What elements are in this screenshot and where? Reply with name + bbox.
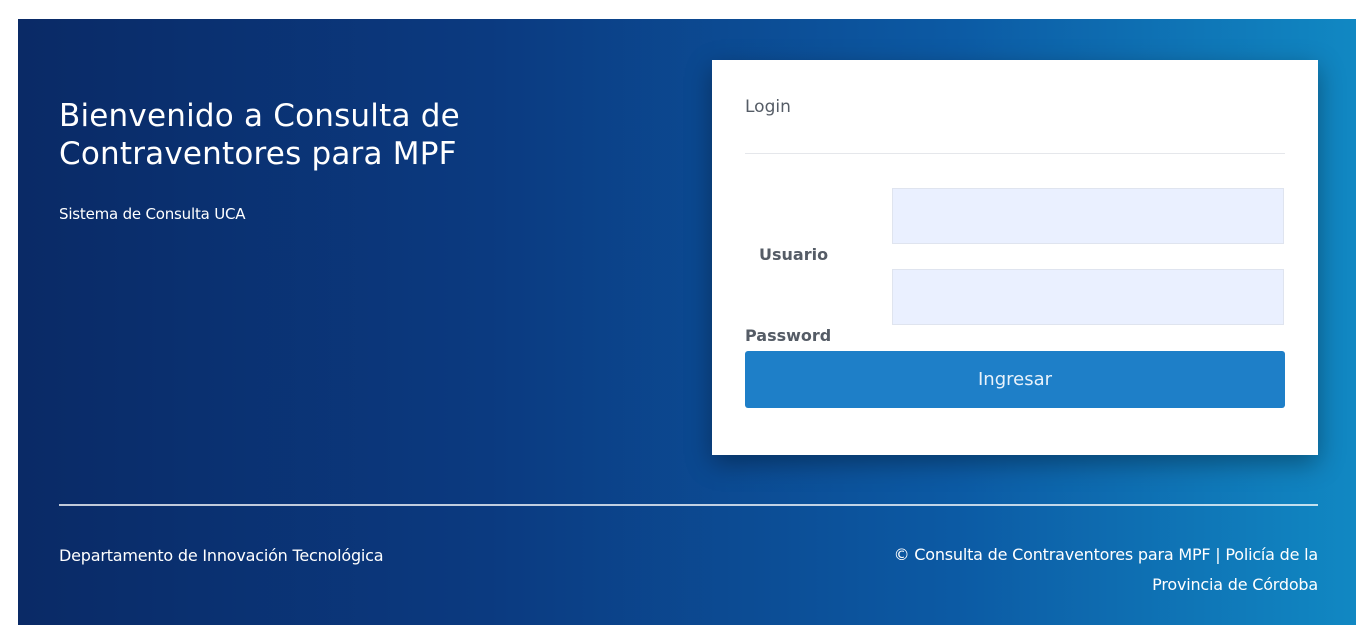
welcome-subtitle: Sistema de Consulta UCA xyxy=(59,205,246,223)
welcome-title: Bienvenido a Consulta de Contraventores … xyxy=(59,98,460,172)
username-label: Usuario xyxy=(759,245,829,264)
login-title: Login xyxy=(745,97,791,117)
password-label: Password xyxy=(745,326,832,345)
card-divider xyxy=(745,153,1285,154)
login-card: Login Usuario Password Ingresar xyxy=(712,60,1318,455)
footer-department: Departamento de Innovación Tecnológica xyxy=(59,546,384,565)
login-page: Bienvenido a Consulta de Contraventores … xyxy=(18,19,1356,625)
login-submit-button[interactable]: Ingresar xyxy=(745,351,1285,408)
username-input[interactable] xyxy=(892,188,1284,244)
password-input[interactable] xyxy=(892,269,1284,325)
footer-copyright: © Consulta de Contraventores para MPF | … xyxy=(758,540,1319,600)
footer-divider xyxy=(59,504,1318,506)
footer-copyright-line2: Provincia de Córdoba xyxy=(1152,575,1318,594)
footer-copyright-line1: © Consulta de Contraventores para MPF | … xyxy=(893,545,1319,564)
